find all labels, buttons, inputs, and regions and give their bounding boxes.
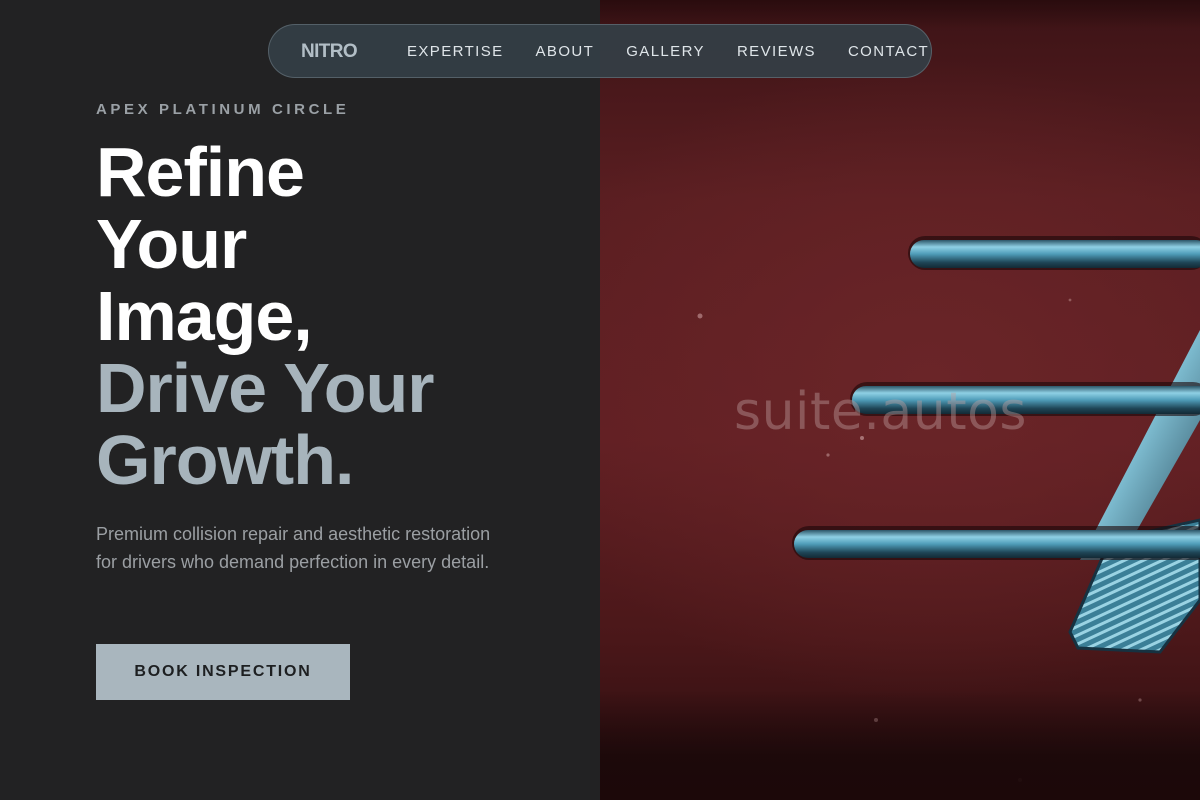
nav-link-contact[interactable]: CONTACT	[848, 43, 929, 60]
headline-line: Image,	[96, 277, 313, 355]
headline-accent-line: Growth.	[96, 421, 354, 499]
nav-links: EXPERTISE ABOUT GALLERY REVIEWS CONTACT	[407, 25, 929, 77]
hero-description: Premium collision repair and aesthetic r…	[96, 524, 491, 572]
hero-eyebrow: APEX PLATINUM CIRCLE	[96, 101, 350, 118]
hero-headline: Refine Your Image, Drive Your Growth.	[96, 136, 586, 496]
nitro-logo[interactable]: NITRO	[301, 41, 358, 63]
headline-line: Refine	[96, 133, 305, 211]
nav-link-about[interactable]: ABOUT	[536, 43, 595, 60]
main-nav: NITRO EXPERTISE ABOUT GALLERY REVIEWS CO…	[268, 24, 932, 78]
nav-link-reviews[interactable]: REVIEWS	[737, 43, 816, 60]
watermark-text: suite.autos	[734, 382, 1028, 442]
image-bottom-shade	[600, 690, 1200, 800]
headline-line: Your	[96, 205, 247, 283]
nav-link-expertise[interactable]: EXPERTISE	[407, 43, 504, 60]
hero-section: APEX PLATINUM CIRCLE Refine Your Image, …	[0, 0, 600, 800]
headline-accent-line: Drive Your	[96, 349, 435, 427]
nav-link-gallery[interactable]: GALLERY	[626, 43, 705, 60]
page: APEX PLATINUM CIRCLE Refine Your Image, …	[0, 0, 1200, 800]
book-inspection-button[interactable]: BOOK INSPECTION	[96, 644, 350, 700]
